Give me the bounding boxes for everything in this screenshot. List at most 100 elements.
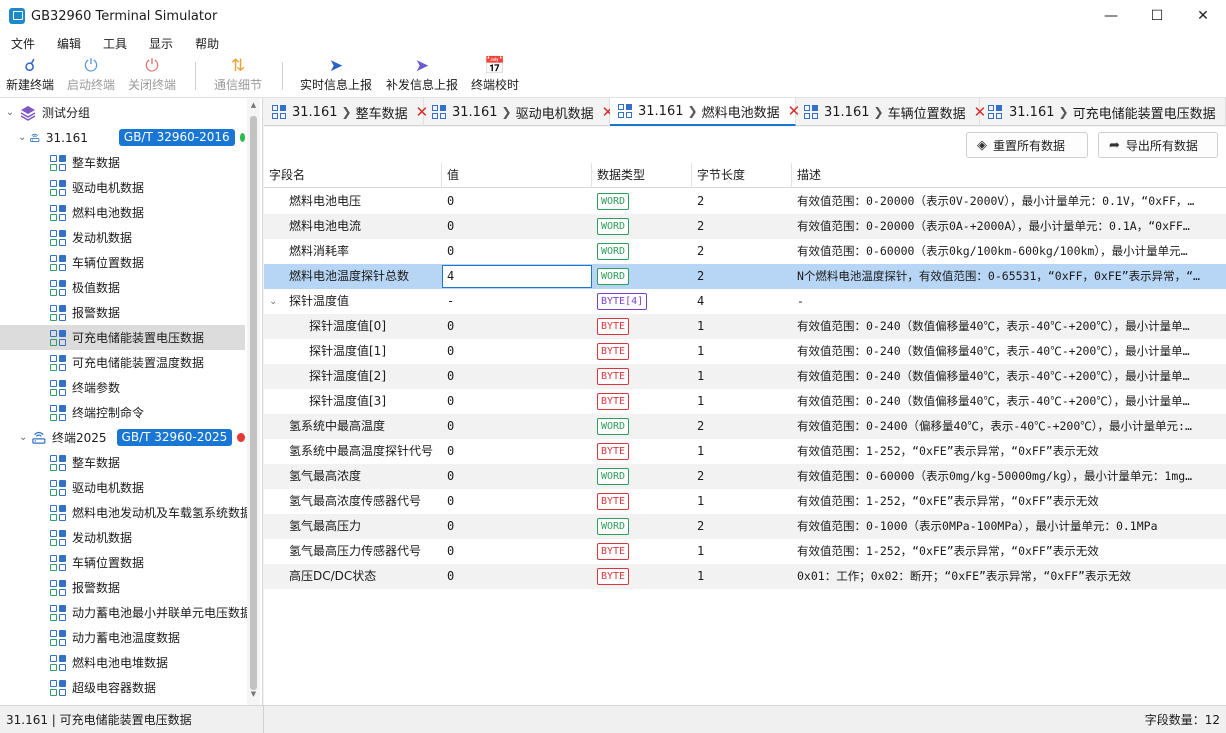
tree-item[interactable]: 车辆位置数据: [0, 550, 245, 575]
tree-item[interactable]: 动力蓄电池最小并联单元电压数据: [0, 600, 245, 625]
field-value[interactable]: 0: [447, 364, 587, 389]
table-row[interactable]: 氢气最高压力0WORD2有效值范围：0-1000（表示0MPa-100MPa），…: [264, 514, 1226, 539]
chevron-down-icon[interactable]: ⌄: [269, 289, 283, 314]
tree-item[interactable]: 发动机数据: [0, 225, 245, 250]
tab-0[interactable]: 31.161❯整车数据✕: [264, 98, 424, 126]
table-row[interactable]: 探针温度值[1]0BYTE1有效值范围：0-240（数值偏移量40℃，表示-40…: [264, 339, 1226, 364]
tree-terminal-1[interactable]: ⌄终端2025GB/T 32960-2025: [0, 425, 245, 450]
chevron-down-icon[interactable]: ⌄: [4, 107, 16, 118]
table-row[interactable]: 氢系统中最高温度0WORD2有效值范围：0-2400（偏移量40℃，表示-40℃…: [264, 414, 1226, 439]
menu-help[interactable]: 帮助: [184, 35, 230, 52]
scrollbar-thumb[interactable]: [250, 116, 257, 690]
connection-status-dot: [240, 133, 245, 142]
tree-item[interactable]: 驱动电机数据: [0, 175, 245, 200]
table-row[interactable]: 氢系统中最高温度探针代号0BYTE1有效值范围：1-252，“0xFE”表示异常…: [264, 439, 1226, 464]
stop-terminal-button[interactable]: ⏻ 关闭终端: [126, 54, 178, 98]
table-row[interactable]: 氢气最高浓度0WORD2有效值范围：0-60000（表示0mg/kg-50000…: [264, 464, 1226, 489]
tree-item[interactable]: 整车数据: [0, 150, 245, 175]
tree-item[interactable]: 可充电储能装置温度数据: [0, 350, 245, 375]
table-row[interactable]: 探针温度值[2]0BYTE1有效值范围：0-240（数值偏移量40℃，表示-40…: [264, 364, 1226, 389]
tree-item[interactable]: 燃料电池发动机及车载氢系统数据: [0, 500, 245, 525]
table-row[interactable]: 氢气最高压力传感器代号0BYTE1有效值范围：1-252，“0xFE”表示异常，…: [264, 539, 1226, 564]
field-value[interactable]: 0: [447, 439, 587, 464]
tree-item[interactable]: 终端参数: [0, 375, 245, 400]
column-header-desc[interactable]: 描述: [792, 163, 1226, 188]
tree-item[interactable]: 燃料电池数据: [0, 200, 245, 225]
scroll-down-icon[interactable]: ▼: [247, 690, 260, 698]
field-value[interactable]: 0: [447, 214, 587, 239]
tree-item[interactable]: 报警数据: [0, 300, 245, 325]
tree-item[interactable]: 极值数据: [0, 275, 245, 300]
menu-view[interactable]: 显示: [138, 35, 184, 52]
data-block-icon: [50, 630, 66, 646]
field-value[interactable]: 0: [447, 514, 587, 539]
data-block-icon: [50, 455, 66, 471]
table-row[interactable]: 燃料消耗率0WORD2有效值范围：0-60000（表示0kg/100km-600…: [264, 239, 1226, 264]
field-length: 2: [697, 214, 787, 239]
tree-item[interactable]: 车辆位置数据: [0, 250, 245, 275]
table-row[interactable]: ⌄探针温度值-BYTE[4]4-: [264, 289, 1226, 314]
field-value[interactable]: 0: [447, 414, 587, 439]
time-sync-button[interactable]: 📅 终端校时: [469, 54, 521, 98]
data-block-icon: [50, 355, 66, 371]
tree-root[interactable]: ⌄ 测试分组: [0, 100, 245, 125]
tab-1[interactable]: 31.161❯驱动电机数据✕: [424, 98, 610, 126]
field-value[interactable]: 0: [447, 489, 587, 514]
menu-file[interactable]: 文件: [0, 35, 46, 52]
tree-item[interactable]: 发动机数据: [0, 525, 245, 550]
field-value[interactable]: 0: [447, 189, 587, 214]
menu-tools[interactable]: 工具: [92, 35, 138, 52]
tab-2[interactable]: 31.161❯燃料电池数据✕: [610, 98, 796, 126]
field-desc: 有效值范围：0-240（数值偏移量40℃，表示-40℃-+200℃），最小计量单…: [797, 364, 1223, 389]
field-value[interactable]: 0: [447, 239, 587, 264]
field-value[interactable]: 0: [447, 464, 587, 489]
table-row[interactable]: 氢气最高浓度传感器代号0BYTE1有效值范围：1-252，“0xFE”表示异常，…: [264, 489, 1226, 514]
column-header-type[interactable]: 数据类型: [592, 163, 692, 188]
tab-3[interactable]: 31.161❯车辆位置数据✕: [796, 98, 980, 126]
export-all-button[interactable]: ➦ 导出所有数据: [1098, 132, 1218, 158]
tree-item[interactable]: 燃料电池电堆数据: [0, 650, 245, 675]
tree-item[interactable]: 可充电储能装置电压数据: [0, 325, 245, 350]
minimize-button[interactable]: —: [1088, 0, 1134, 32]
table-row[interactable]: 燃料电池温度探针总数4WORD2N个燃料电池温度探针，有效值范围：0-65531…: [264, 264, 1226, 289]
tree-item[interactable]: 报警数据: [0, 575, 245, 600]
field-value[interactable]: 0: [447, 314, 587, 339]
tab-4[interactable]: 31.161❯可充电储能装置电压数据: [980, 98, 1226, 126]
chevron-down-icon[interactable]: ⌄: [18, 432, 28, 443]
table-row[interactable]: 高压DC/DC状态0BYTE10x01：工作；0x02：断开；“0xFE”表示异…: [264, 564, 1226, 589]
value-editor[interactable]: 4: [442, 265, 592, 288]
realtime-report-button[interactable]: ➤ 实时信息上报: [298, 54, 374, 98]
menu-edit[interactable]: 编辑: [46, 35, 92, 52]
table-row[interactable]: 燃料电池电压0WORD2有效值范围：0-20000（表示0V-2000V），最小…: [264, 189, 1226, 214]
column-header-length[interactable]: 字节长度: [692, 163, 792, 188]
column-header-value[interactable]: 值: [442, 163, 592, 188]
scroll-up-icon[interactable]: ▲: [247, 101, 260, 109]
column-header-name[interactable]: 字段名: [264, 163, 442, 188]
field-value[interactable]: 0: [447, 539, 587, 564]
chevron-down-icon[interactable]: ⌄: [18, 132, 26, 143]
field-desc: 有效值范围：0-240（数值偏移量40℃，表示-40℃-+200℃），最小计量单…: [797, 339, 1223, 364]
table-row[interactable]: 探针温度值[3]0BYTE1有效值范围：0-240（数值偏移量40℃，表示-40…: [264, 389, 1226, 414]
field-value[interactable]: 0: [447, 339, 587, 364]
tree-item[interactable]: 动力蓄电池温度数据: [0, 625, 245, 650]
new-terminal-button[interactable]: ☌ 新建终端: [4, 54, 56, 98]
sidebar-scrollbar[interactable]: ▲ ▼: [247, 98, 260, 705]
maximize-button[interactable]: ☐: [1134, 0, 1180, 32]
field-value[interactable]: 0: [447, 564, 587, 589]
tree-item[interactable]: 驱动电机数据: [0, 475, 245, 500]
tree-item[interactable]: 超级电容器数据: [0, 675, 245, 700]
start-terminal-button[interactable]: ⏻ 启动终端: [65, 54, 117, 98]
calendar-clock-icon: 📅: [484, 55, 505, 77]
table-row[interactable]: 燃料电池电流0WORD2有效值范围：0-20000（表示0A-+2000A），最…: [264, 214, 1226, 239]
comm-detail-button[interactable]: ⇅ 通信细节: [212, 54, 264, 98]
tree-item[interactable]: 整车数据: [0, 450, 245, 475]
table-row[interactable]: 探针温度值[0]0BYTE1有效值范围：0-240（数值偏移量40℃，表示-40…: [264, 314, 1226, 339]
tab-label: 可充电储能装置电压数据: [1073, 103, 1216, 122]
reset-all-button[interactable]: ◈ 重置所有数据: [966, 132, 1088, 158]
tree-terminal-0[interactable]: ⌄31.161GB/T 32960-2016: [0, 125, 245, 150]
supplement-report-button[interactable]: ➤ 补发信息上报: [384, 54, 460, 98]
field-value[interactable]: -: [447, 289, 587, 314]
field-value[interactable]: 0: [447, 389, 587, 414]
tree-item[interactable]: 终端控制命令: [0, 400, 245, 425]
close-window-button[interactable]: ✕: [1180, 0, 1226, 32]
